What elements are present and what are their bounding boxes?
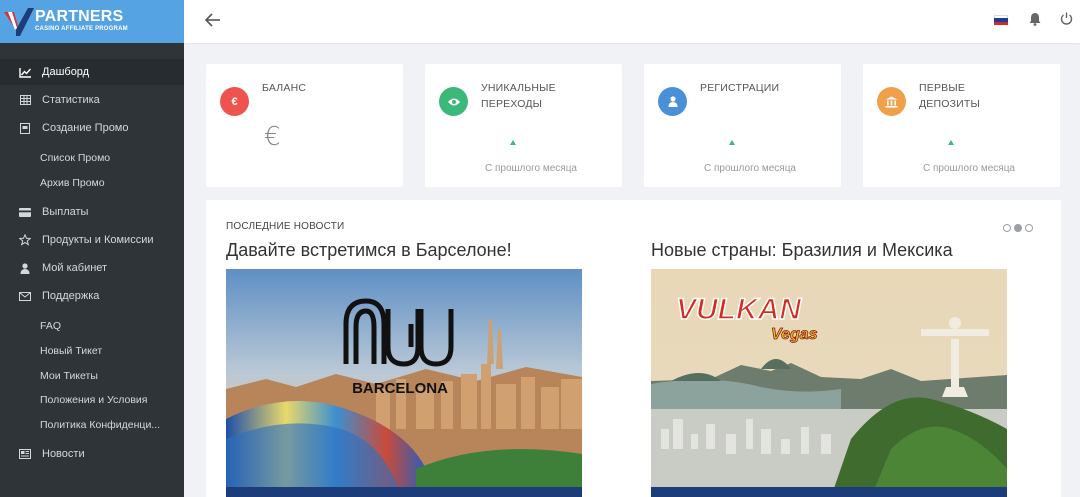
sidebar: PARTNERS CASINO AFFILIATE PROGRAM Дашбор… <box>0 0 184 497</box>
chart-line-icon <box>18 65 32 79</box>
sidebar-item-label: Создание Промо <box>42 122 129 134</box>
credit-card-icon <box>18 205 32 219</box>
vulkan-logo-text: VULKAN <box>676 293 802 326</box>
vegas-logo-text: Vegas <box>771 326 818 343</box>
stat-card-first-deposits: ПЕРВЫЕ ДЕПОЗИТЫ С прошлого месяца <box>863 64 1060 187</box>
stat-card-unique-clicks: УНИКАЛЬНЫЕ ПЕРЕХОДЫ С прошлого месяца <box>425 64 622 187</box>
power-icon[interactable] <box>1060 12 1073 25</box>
trend-up-icon <box>510 140 516 145</box>
news-title[interactable]: Давайте встретимся в Барселоне! <box>226 240 512 261</box>
sidebar-subitem-my-tickets[interactable]: Мои Тикеты <box>40 370 98 382</box>
star-icon <box>18 233 32 247</box>
sidebar-subitem-terms[interactable]: Положения и Условия <box>40 394 147 406</box>
file-icon <box>18 121 32 135</box>
sidebar-subitem-privacy[interactable]: Политика Конфиденци... <box>40 419 160 431</box>
logo-bar[interactable]: PARTNERS CASINO AFFILIATE PROGRAM <box>0 0 184 43</box>
brand-logo-icon <box>4 8 34 36</box>
sidebar-item-label: Поддержка <box>42 290 100 302</box>
trend-up-icon <box>729 140 735 145</box>
sidebar-item-news[interactable]: Новости <box>0 441 184 467</box>
barcelona-text: BARCELONA <box>352 380 448 397</box>
eye-icon <box>439 87 468 116</box>
stat-since: С прошлого месяца <box>704 163 796 174</box>
news-image-barcelona[interactable]: BARCELONA <box>226 269 582 497</box>
stat-card-registrations: РЕГИСТРАЦИИ С прошлого месяца <box>644 64 841 187</box>
stat-label: БАЛАНС <box>262 82 307 94</box>
euro-icon: € <box>220 87 249 116</box>
brand-title: PARTNERS <box>35 8 124 25</box>
news-heading: ПОСЛЕДНИЕ НОВОСТИ <box>226 221 345 232</box>
sidebar-item-support[interactable]: Поддержка <box>0 283 184 309</box>
bell-icon[interactable] <box>1029 12 1041 26</box>
user-icon <box>658 87 687 116</box>
sidebar-item-products[interactable]: Продукты и Комиссии <box>0 227 184 253</box>
carousel-dot[interactable] <box>1025 224 1033 232</box>
brand-subtitle: CASINO AFFILIATE PROGRAM <box>35 26 128 32</box>
russia-flag-icon[interactable] <box>994 15 1008 25</box>
sidebar-subitem-promo-archive[interactable]: Архив Промо <box>40 177 105 189</box>
bank-icon <box>877 87 906 116</box>
stat-label: ПЕРВЫЕ ДЕПОЗИТЫ <box>919 82 981 110</box>
carousel-dot[interactable] <box>1003 224 1011 232</box>
user-icon <box>18 261 32 275</box>
carousel-dots <box>1003 224 1033 232</box>
stat-label: РЕГИСТРАЦИИ <box>700 82 780 94</box>
sidebar-item-label: Статистика <box>42 94 100 106</box>
arrow-left-icon[interactable] <box>204 11 222 29</box>
sidebar-item-label: Выплаты <box>42 206 89 218</box>
table-icon <box>18 93 32 107</box>
sidebar-item-create-promo[interactable]: Создание Промо <box>0 115 184 141</box>
stat-since: С прошлого месяца <box>485 163 577 174</box>
stat-label: УНИКАЛЬНЫЕ ПЕРЕХОДЫ <box>481 82 556 110</box>
sidebar-item-label: Продукты и Комиссии <box>42 234 154 246</box>
news-title[interactable]: Новые страны: Бразилия и Мексика <box>651 240 953 261</box>
topbar <box>184 0 1080 43</box>
stat-card-balance: € БАЛАНС € <box>206 64 403 187</box>
sidebar-item-profile[interactable]: Мой кабинет <box>0 255 184 281</box>
trend-up-icon <box>948 140 954 145</box>
sidebar-item-statistics[interactable]: Статистика <box>0 87 184 113</box>
carousel-dot-active[interactable] <box>1014 224 1022 232</box>
sidebar-item-payouts[interactable]: Выплаты <box>0 199 184 225</box>
sidebar-subitem-new-ticket[interactable]: Новый Тикет <box>40 345 102 357</box>
stat-since: С прошлого месяца <box>923 163 1015 174</box>
sidebar-item-label: Дашборд <box>42 66 90 78</box>
sidebar-item-label: Мой кабинет <box>42 262 108 274</box>
news-panel: ПОСЛЕДНИЕ НОВОСТИ Давайте встретимся в Б… <box>206 200 1061 497</box>
sidebar-item-label: Новости <box>42 448 85 460</box>
sidebar-item-dashboard[interactable]: Дашборд <box>0 59 184 85</box>
stat-value: € <box>264 122 281 152</box>
newspaper-icon <box>18 447 32 461</box>
news-image-vulkan[interactable]: VULKAN Vegas <box>651 269 1007 497</box>
envelope-icon <box>18 289 32 303</box>
sidebar-subitem-faq[interactable]: FAQ <box>40 320 61 332</box>
sidebar-subitem-promo-list[interactable]: Список Промо <box>40 152 110 164</box>
